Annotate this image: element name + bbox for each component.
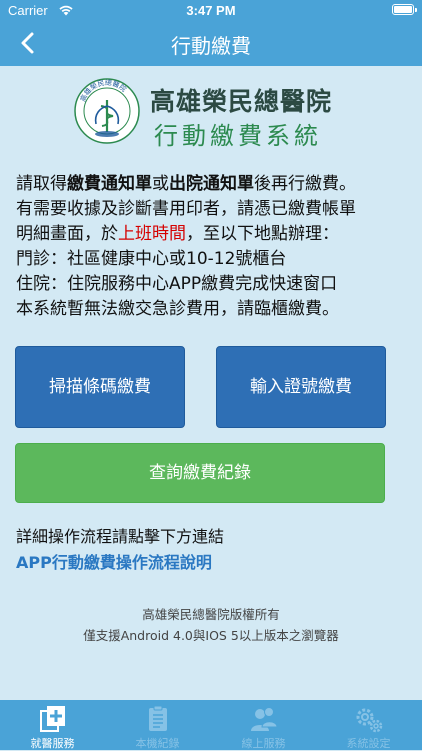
header-bar: Carrier 3:47 PM 行動繳費 bbox=[0, 0, 422, 66]
payment-notice-term: 繳費通知單 bbox=[67, 174, 152, 194]
scan-barcode-button[interactable]: 掃描條碼繳費 bbox=[15, 346, 185, 428]
browser-support-text: 僅支援Android 4.0與IOS 5以上版本之瀏覽器 bbox=[83, 628, 339, 643]
nav-bar: 行動繳費 bbox=[0, 20, 422, 66]
system-name: 行動繳費系統 bbox=[154, 122, 322, 150]
tab-bar: 就醫服務 本機紀錄 線上服務 系統設定 bbox=[0, 700, 422, 750]
flow-note: 詳細操作流程請點擊下方連結 bbox=[16, 527, 225, 546]
hospital-seal-icon: 高雄榮民總醫院 bbox=[74, 78, 140, 144]
instruction-segment: 後再行繳費。 bbox=[254, 174, 356, 194]
medical-card-icon bbox=[39, 706, 65, 732]
tab-label: 本機紀錄 bbox=[135, 737, 180, 750]
gears-icon bbox=[356, 708, 382, 733]
instruction-segment: 請取得 bbox=[16, 174, 67, 194]
tab-label: 就醫服務 bbox=[30, 737, 75, 750]
hospital-logo: 高雄榮民總醫院 高雄榮民總醫院 行動繳費系統 bbox=[74, 78, 354, 150]
instruction-line: 住院：住院服務中心APP繳費完成快速窗口 bbox=[16, 274, 338, 294]
instruction-line: 門診：社區健康中心或10-12號櫃台 bbox=[16, 249, 287, 269]
instruction-line: 本系統暫無法繳交急診費用，請臨櫃繳費。 bbox=[16, 299, 339, 319]
copyright-text: 高雄榮民總醫院版權所有 bbox=[142, 607, 280, 622]
instruction-line: 明細畫面，於上班時間，至以下地點辦理： bbox=[16, 222, 416, 247]
clipboard-icon bbox=[148, 705, 167, 731]
instructions-text: 請取得繳費通知單或出院通知單後再行繳費。 有需要收據及診斷書用印者，請憑已繳費帳… bbox=[16, 172, 416, 322]
hospital-name: 高雄榮民總醫院 bbox=[150, 87, 333, 116]
payment-history-button[interactable]: 查詢繳費紀錄 bbox=[15, 443, 385, 503]
discharge-notice-term: 出院通知單 bbox=[169, 174, 254, 194]
tab-local-records[interactable]: 本機紀錄 bbox=[105, 700, 210, 750]
office-hours-highlight: 上班時間 bbox=[118, 224, 186, 244]
clock: 3:47 PM bbox=[186, 3, 236, 18]
status-bar: Carrier 3:47 PM bbox=[0, 0, 422, 20]
instruction-segment: ，至以下地點辦理： bbox=[186, 224, 339, 244]
flow-guide-link[interactable]: APP行動繳費操作流程說明 bbox=[16, 549, 212, 573]
battery-icon bbox=[392, 4, 417, 15]
page-title: 行動繳費 bbox=[171, 34, 251, 58]
tab-online-service[interactable]: 線上服務 bbox=[211, 700, 316, 750]
instruction-segment: 明細畫面，於 bbox=[16, 224, 118, 244]
instruction-segment: 或 bbox=[152, 174, 169, 194]
instruction-line: 有需要收據及診斷書用印者，請憑已繳費帳單 bbox=[16, 199, 356, 219]
tab-label: 線上服務 bbox=[241, 737, 286, 750]
people-icon bbox=[250, 707, 278, 731]
instruction-line: 請取得繳費通知單或出院通知單後再行繳費。 bbox=[16, 172, 416, 197]
tab-label: 系統設定 bbox=[346, 737, 391, 750]
tab-medical-service[interactable]: 就醫服務 bbox=[0, 700, 105, 750]
enter-id-button[interactable]: 輸入證號繳費 bbox=[216, 346, 386, 428]
tab-system-settings[interactable]: 系統設定 bbox=[316, 700, 421, 750]
